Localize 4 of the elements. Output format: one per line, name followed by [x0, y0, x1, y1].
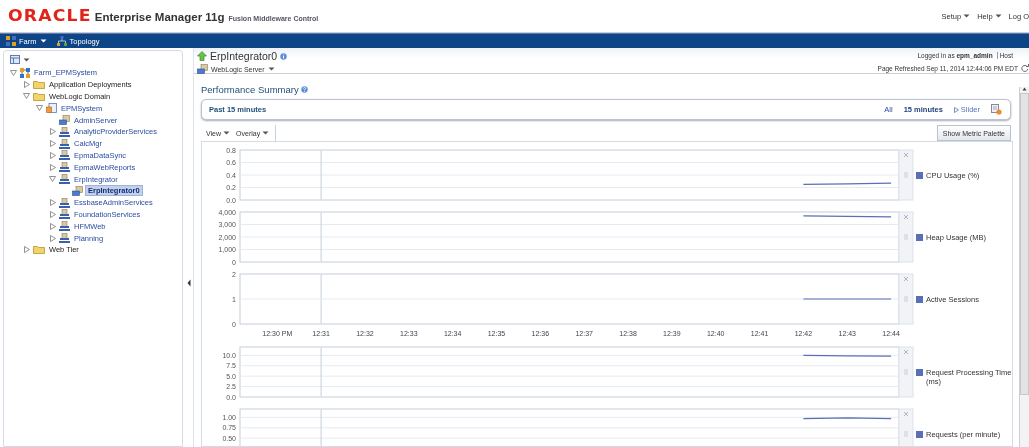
- target-name: ErpIntegrator0: [210, 50, 278, 62]
- section-title: Performance Summary: [201, 84, 299, 95]
- brand-logo: ORACLE: [8, 7, 92, 25]
- product-title: Enterprise Manager 11g: [94, 11, 225, 23]
